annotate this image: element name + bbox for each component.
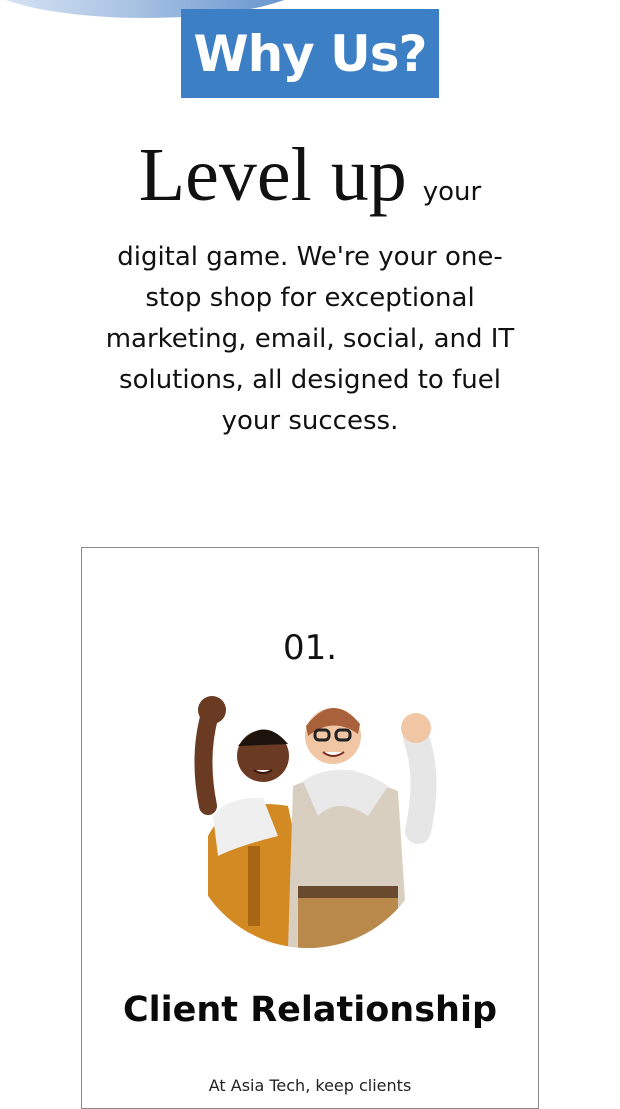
card-title: Client Relationship [122,990,498,1030]
people-celebrating-illustration [194,696,437,948]
card-description: At Asia Tech, keep clients [208,1076,412,1095]
intro-first-words: your [422,177,482,207]
intro-paragraph: Level up your digital game. We're your on… [100,130,520,442]
feature-card: 01. Client Relationship At Asia Tech, ke… [81,547,539,1109]
intro-body-text: digital game. We're your one-stop shop f… [105,242,515,436]
card-number: 01. [282,628,338,668]
intro-first-line: Level up your [100,130,520,237]
why-us-heading: Why Us? [181,9,439,98]
level-up-highlight: Level up [138,133,407,217]
